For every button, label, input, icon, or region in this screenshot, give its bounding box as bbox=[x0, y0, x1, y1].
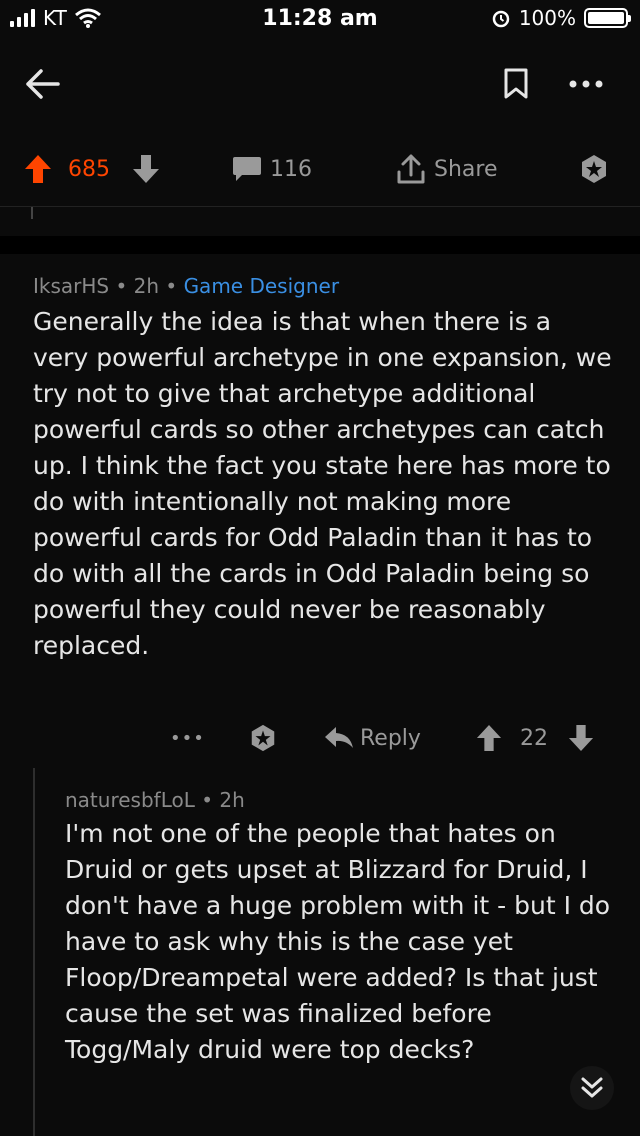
post-downvote-button[interactable] bbox=[132, 140, 160, 198]
comment-upvote-button[interactable] bbox=[476, 716, 502, 760]
comment-author[interactable]: IksarHS bbox=[33, 274, 109, 298]
reply-comment: naturesbfLoL • 2h I'm not one of the peo… bbox=[65, 788, 615, 1068]
back-button[interactable] bbox=[18, 60, 66, 108]
reply-body: I'm not one of the people that hates on … bbox=[65, 819, 611, 1064]
comment-more-button[interactable]: ••• bbox=[170, 716, 205, 760]
meta-separator: • bbox=[201, 788, 220, 812]
arrow-up-icon bbox=[476, 725, 502, 751]
meta-separator: • bbox=[115, 274, 134, 298]
award-star-icon bbox=[582, 155, 606, 183]
comment-award-button[interactable] bbox=[248, 716, 278, 760]
thread-line[interactable] bbox=[33, 768, 35, 1136]
reply-button[interactable]: Reply bbox=[324, 716, 421, 760]
post-score: 685 bbox=[68, 156, 110, 182]
bookmark-icon bbox=[504, 68, 528, 99]
divider bbox=[0, 206, 640, 207]
award-star-icon bbox=[251, 724, 275, 752]
status-right: 100% bbox=[491, 6, 631, 30]
reply-label: Reply bbox=[360, 725, 421, 751]
comment-count: 116 bbox=[270, 156, 312, 182]
chevron-double-down-icon bbox=[581, 1077, 603, 1098]
top-nav-bar bbox=[0, 40, 640, 132]
meta-separator: • bbox=[165, 274, 184, 298]
reply-time: 2h bbox=[219, 788, 245, 812]
comment-action-bar: ••• Reply 22 bbox=[0, 716, 640, 760]
share-icon bbox=[397, 154, 425, 184]
arrow-up-icon bbox=[25, 155, 51, 183]
thread-line-stub bbox=[31, 207, 33, 219]
more-horizontal-icon bbox=[569, 80, 603, 88]
share-label: Share bbox=[434, 156, 498, 182]
user-flair: Game Designer bbox=[183, 274, 340, 298]
battery-icon bbox=[584, 8, 631, 28]
arrow-down-icon bbox=[568, 725, 594, 751]
arrow-left-icon bbox=[26, 69, 60, 99]
comment-meta: IksarHS • 2h • Game Designer bbox=[33, 274, 613, 298]
comments-button[interactable]: 116 bbox=[232, 140, 312, 198]
comment-downvote-button[interactable] bbox=[568, 716, 594, 760]
post-action-bar: 685 116 Share bbox=[0, 140, 640, 198]
reply-meta: naturesbfLoL • 2h bbox=[65, 788, 615, 812]
alarm-icon bbox=[492, 10, 510, 28]
more-options-button[interactable] bbox=[562, 62, 610, 106]
reply-author[interactable]: naturesbfLoL bbox=[65, 788, 195, 812]
save-button[interactable] bbox=[494, 62, 538, 106]
reply-arrow-icon bbox=[325, 727, 353, 748]
post-award-button[interactable] bbox=[578, 140, 610, 198]
battery-percent: 100% bbox=[518, 6, 576, 30]
comment-bubble-icon bbox=[233, 157, 261, 181]
collapse-thread-button[interactable] bbox=[570, 1066, 614, 1110]
share-button[interactable]: Share bbox=[396, 140, 498, 198]
comment: IksarHS • 2h • Game Designer Generally t… bbox=[33, 274, 613, 664]
comment-body: Generally the idea is that when there is… bbox=[33, 307, 612, 660]
comment-score: 22 bbox=[520, 725, 548, 751]
status-bar: KT 11:28 am 100% bbox=[0, 0, 640, 40]
section-divider bbox=[0, 236, 640, 254]
arrow-down-icon bbox=[133, 155, 159, 183]
comment-time: 2h bbox=[133, 274, 160, 298]
post-upvote-button[interactable] bbox=[24, 140, 52, 198]
